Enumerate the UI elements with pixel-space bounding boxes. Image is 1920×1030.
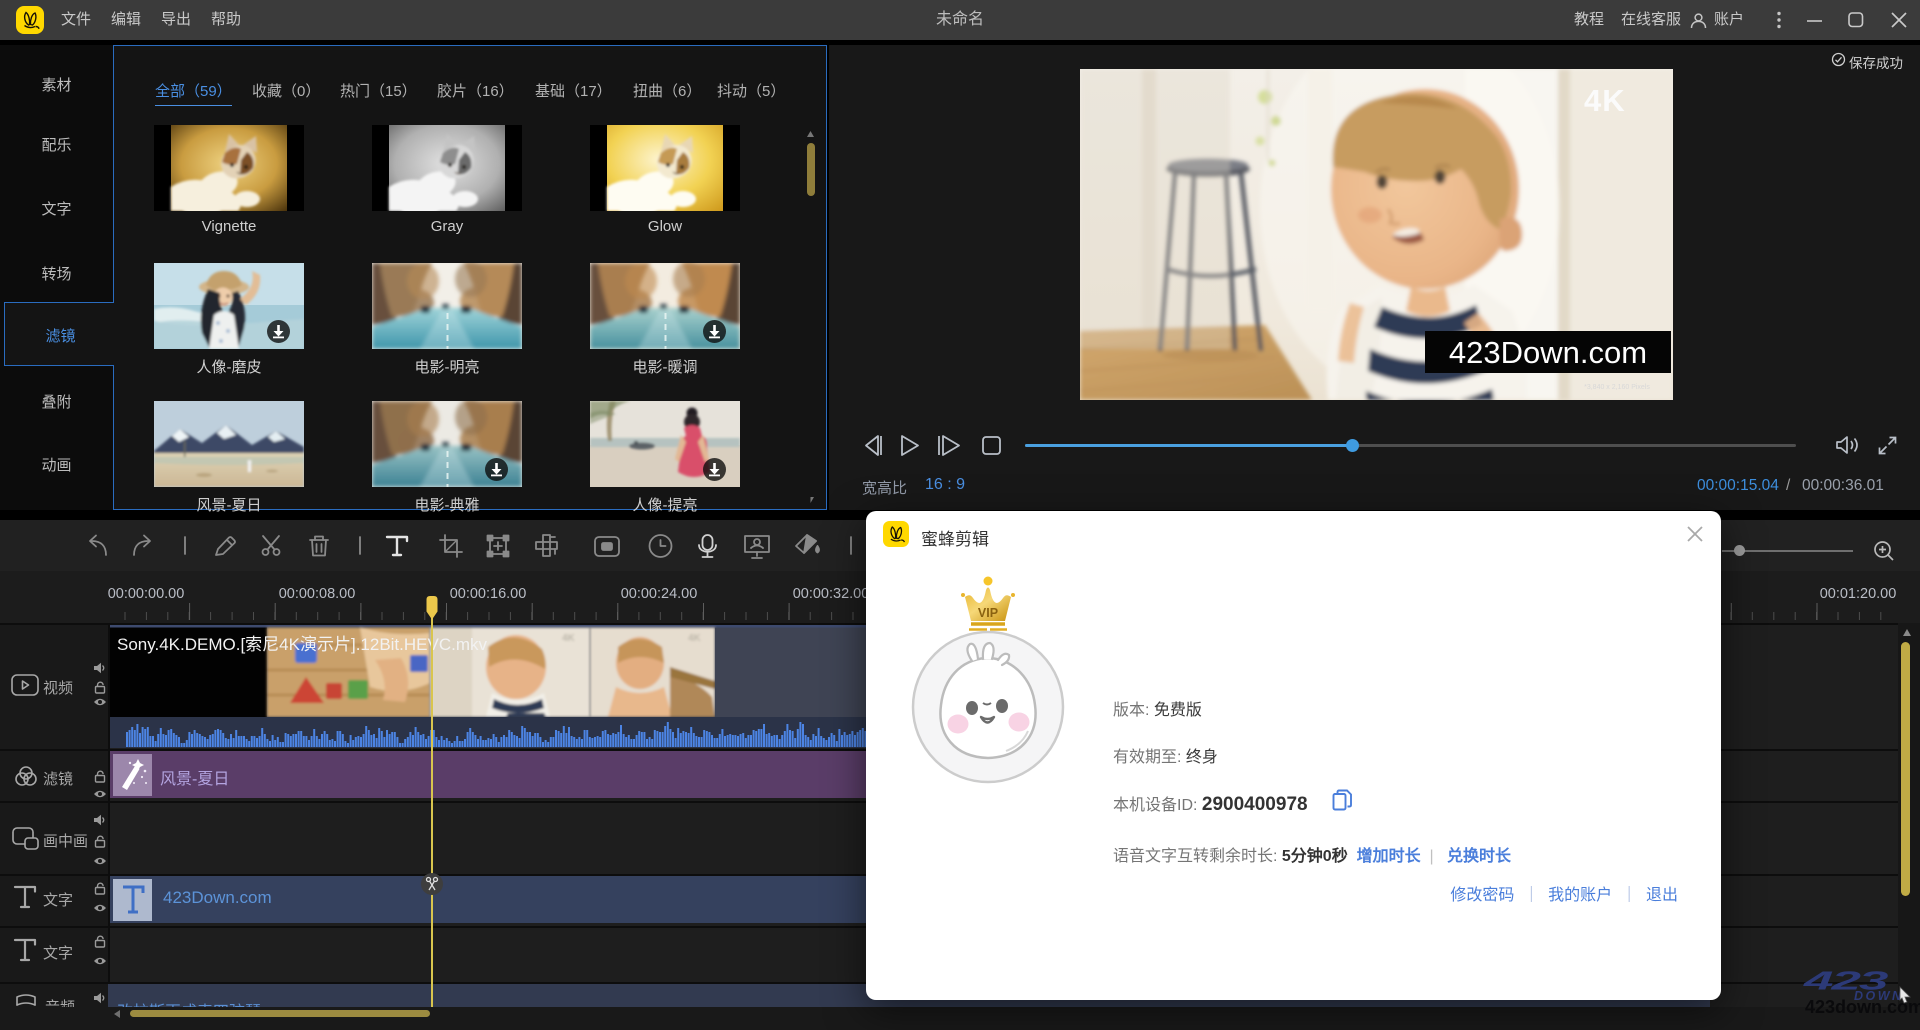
svg-text:423Down.com: 423Down.com [1449, 335, 1647, 370]
svg-text:4K: 4K [688, 633, 702, 644]
svg-text:4K: 4K [562, 633, 576, 644]
svg-text:*3,840 x 2,160 Pixels: *3,840 x 2,160 Pixels [1584, 384, 1650, 391]
svg-text:4K: 4K [1584, 83, 1626, 118]
svg-text:VIP: VIP [978, 606, 998, 620]
